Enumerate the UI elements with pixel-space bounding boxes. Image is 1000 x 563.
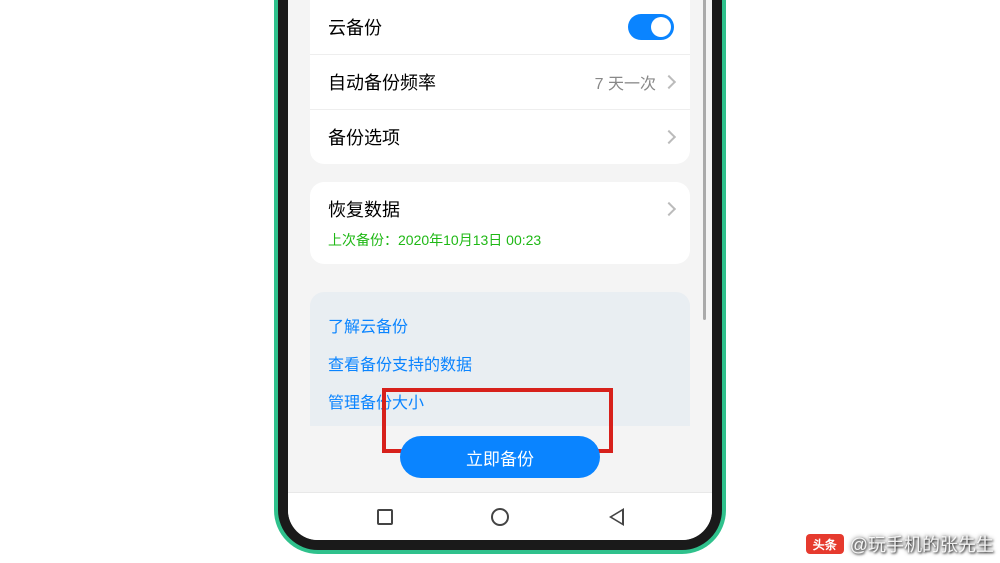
scrollbar-thumb[interactable] [703, 0, 706, 320]
auto-backup-frequency-label: 自动备份频率 [328, 69, 436, 95]
phone-frame: 云备份 自动备份频率 7 天一次 备份选项 恢复数据 [278, 0, 722, 550]
help-links-card: 了解云备份 查看备份支持的数据 管理备份大小 [310, 292, 690, 426]
auto-backup-frequency-row[interactable]: 自动备份频率 7 天一次 [310, 54, 690, 109]
recent-apps-icon[interactable] [377, 509, 393, 525]
back-icon[interactable] [608, 508, 623, 526]
watermark-badge: 头条 [806, 534, 844, 554]
cloud-backup-toggle[interactable] [628, 14, 674, 40]
backup-now-button[interactable]: 立即备份 [400, 436, 600, 478]
link-learn-cloud-backup[interactable]: 了解云备份 [328, 306, 672, 344]
restore-data-row[interactable]: 恢复数据 [310, 182, 690, 236]
link-manage-backup-size[interactable]: 管理备份大小 [328, 382, 672, 420]
restore-data-card: 恢复数据 上次备份：2020年10月13日 00:23 [310, 182, 690, 264]
last-backup-time: 上次备份：2020年10月13日 00:23 [310, 230, 690, 264]
settings-scroll-area[interactable]: 云备份 自动备份频率 7 天一次 备份选项 恢复数据 [288, 0, 712, 492]
chevron-right-icon [662, 130, 676, 144]
chevron-right-icon [662, 75, 676, 89]
watermark-text: @玩手机的张先生 [850, 531, 994, 557]
cloud-backup-card: 云备份 自动备份频率 7 天一次 备份选项 [310, 0, 690, 164]
chevron-right-icon [662, 202, 676, 216]
watermark: 头条 @玩手机的张先生 [806, 531, 994, 557]
android-nav-bar [288, 492, 712, 540]
restore-data-label: 恢复数据 [328, 196, 400, 222]
cloud-backup-row[interactable]: 云备份 [310, 0, 690, 54]
cloud-backup-label: 云备份 [328, 14, 382, 40]
backup-options-label: 备份选项 [328, 124, 400, 150]
link-supported-data[interactable]: 查看备份支持的数据 [328, 344, 672, 382]
home-icon[interactable] [491, 508, 509, 526]
auto-backup-frequency-value: 7 天一次 [595, 70, 656, 94]
backup-options-row[interactable]: 备份选项 [310, 109, 690, 164]
